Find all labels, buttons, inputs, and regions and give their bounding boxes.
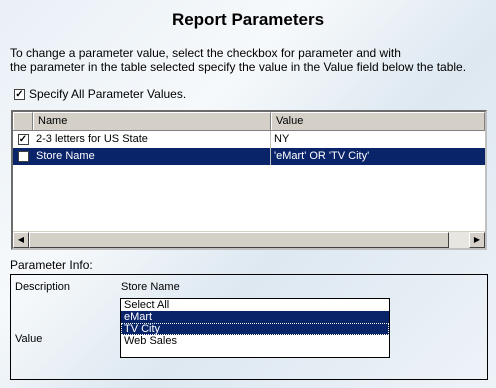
instruction-line-2: the parameter in the table selected spec… (10, 60, 467, 74)
row-checkbox[interactable]: ✓ (17, 134, 29, 145)
scroll-right-icon[interactable]: ▶ (469, 232, 485, 248)
header-value[interactable]: Value (271, 112, 485, 130)
specify-all-checkbox-row[interactable]: ✓ Specify All Parameter Values. (14, 87, 186, 101)
table-row[interactable]: ✓ Store Name 'eMart' OR 'TV City' (13, 148, 485, 165)
row-name: 2-3 letters for US State (33, 131, 271, 148)
table-header: Name Value (13, 112, 485, 131)
list-item[interactable]: eMart (121, 311, 389, 323)
table-row[interactable]: ✓ 2-3 letters for US State NY (13, 131, 485, 148)
scroll-left-icon[interactable]: ◀ (13, 232, 29, 248)
specify-all-label: Specify All Parameter Values. (29, 87, 187, 101)
row-checkbox[interactable]: ✓ (17, 151, 29, 162)
page-title: Report Parameters (171, 10, 325, 29)
row-checkbox-cell: ✓ (13, 148, 33, 165)
row-checkbox-cell: ✓ (13, 131, 33, 148)
specify-all-checkbox[interactable]: ✓ (14, 88, 25, 100)
value-listbox[interactable]: Select All eMart TV City Web Sales (120, 298, 390, 358)
parameters-table: Name Value ✓ 2-3 letters for US State NY… (11, 110, 487, 250)
row-name: Store Name (33, 148, 271, 165)
scrollbar-thumb[interactable] (29, 232, 449, 248)
parameter-info-panel: Description Store Name Value Select All … (10, 274, 488, 380)
list-item[interactable]: Select All (121, 299, 389, 311)
description-value: Store Name (121, 281, 180, 293)
row-value: 'eMart' OR 'TV City' (274, 150, 370, 162)
value-label: Value (15, 333, 43, 345)
list-item[interactable]: Web Sales (121, 335, 389, 347)
row-value: NY (274, 133, 290, 145)
header-name[interactable]: Name (33, 112, 271, 130)
header-checkbox-column (13, 112, 33, 130)
instruction-line-1: To change a parameter value, select the … (10, 46, 401, 60)
description-label: Description (15, 281, 71, 293)
parameter-info-label: Parameter Info: (10, 258, 93, 272)
horizontal-scrollbar[interactable]: ◀ ▶ (13, 231, 485, 248)
list-item[interactable]: TV City (121, 323, 389, 335)
instructions: To change a parameter value, select the … (10, 46, 490, 74)
